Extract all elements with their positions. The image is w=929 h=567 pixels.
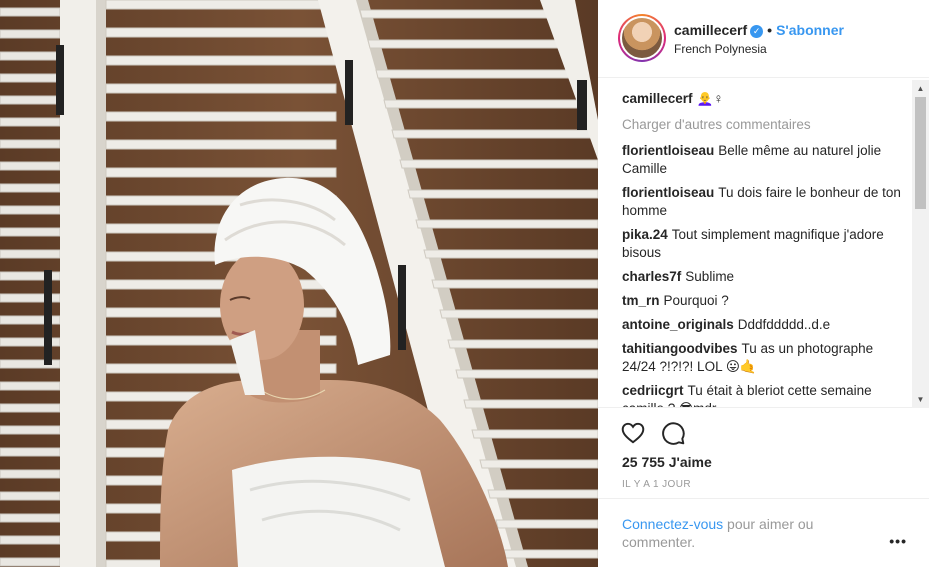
comments-scrollbar[interactable]: ▲ ▼ (912, 80, 929, 408)
comment-item: tm_rn Pourquoi ? (622, 292, 906, 310)
location-link[interactable]: French Polynesia (674, 42, 767, 56)
comment-item: charles7f Sublime (622, 268, 906, 286)
comment-username[interactable]: charles7f (622, 269, 681, 284)
scroll-down-arrow-icon[interactable]: ▼ (912, 391, 929, 408)
verified-badge-icon: ✓ (750, 25, 764, 38)
heart-icon[interactable] (620, 420, 646, 446)
caption-text: 👩‍🦲♀ (696, 91, 724, 106)
separator-dot: • (767, 22, 773, 38)
comment-username[interactable]: tahitiangoodvibes (622, 341, 738, 356)
comment-item: pika.24 Tout simplement magnifique j'ador… (622, 226, 906, 262)
post-header: camillecerf ✓ • S'abonner French Polynesia (598, 0, 929, 78)
caption-username[interactable]: camillecerf (622, 91, 693, 106)
login-prompt: Connectez-vous pour aimer ou commenter. (622, 515, 862, 551)
comment-username[interactable]: antoine_originals (622, 317, 734, 332)
login-prompt-box: Connectez-vous pour aimer ou commenter. … (598, 498, 929, 567)
more-options-icon[interactable]: ••• (889, 533, 907, 549)
avatar[interactable] (620, 16, 664, 60)
post-photo[interactable] (0, 0, 598, 567)
post-side-panel: camillecerf ✓ • S'abonner French Polynesia … (598, 0, 929, 567)
comment-username[interactable]: cedriicgrt (622, 383, 684, 398)
comment-item: cedriicgrt Tu était à bleriot cette semai… (622, 382, 906, 407)
scrollbar-thumb[interactable] (915, 97, 926, 209)
header-username[interactable]: camillecerf (674, 22, 747, 38)
header-user-line: camillecerf ✓ • S'abonner (674, 22, 844, 38)
comment-item: tahitiangoodvibes Tu as un photographe 24… (622, 340, 906, 376)
load-more-comments-button[interactable]: Charger d'autres commentaires (622, 116, 906, 134)
comments-list[interactable]: camillecerf 👩‍🦲♀ Charger d'autres comment… (598, 78, 929, 408)
follow-button[interactable]: S'abonner (776, 22, 844, 38)
avatar-ring[interactable] (618, 14, 666, 62)
likes-count[interactable]: 25 755 J'aime (622, 454, 712, 470)
comment-item: antoine_originals Dddfddddd..d.e (622, 316, 906, 334)
comment-username[interactable]: florientloiseau (622, 143, 714, 158)
photo-illustration (0, 0, 598, 567)
comment-text: Sublime (685, 269, 735, 284)
comment-icon[interactable] (660, 420, 686, 446)
comment-item: florientloiseau Tu dois faire le bonheur … (622, 184, 906, 220)
comment-username[interactable]: pika.24 (622, 227, 668, 242)
scroll-up-arrow-icon[interactable]: ▲ (912, 80, 929, 97)
comment-item: florientloiseau Belle même au naturel jol… (622, 142, 906, 178)
post-timestamp[interactable]: IL Y A 1 JOUR (622, 479, 691, 490)
comments-inner: camillecerf 👩‍🦲♀ Charger d'autres comment… (622, 90, 906, 407)
login-link[interactable]: Connectez-vous (622, 516, 723, 532)
comment-text: Pourquoi ? (663, 293, 729, 308)
caption: camillecerf 👩‍🦲♀ (622, 90, 906, 108)
comment-username[interactable]: tm_rn (622, 293, 660, 308)
comment-text: Dddfddddd..d.e (737, 317, 831, 332)
comment-username[interactable]: florientloiseau (622, 185, 714, 200)
